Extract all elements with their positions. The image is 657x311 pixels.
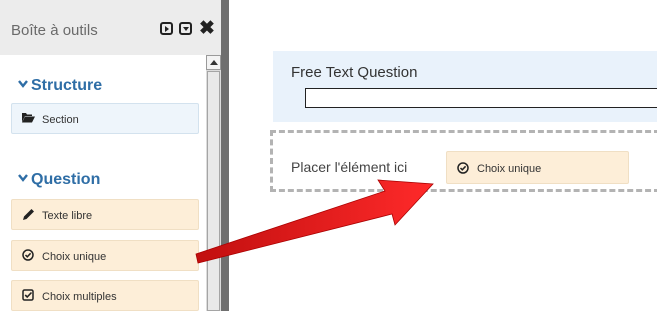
drag-arrow-icon bbox=[195, 179, 434, 264]
